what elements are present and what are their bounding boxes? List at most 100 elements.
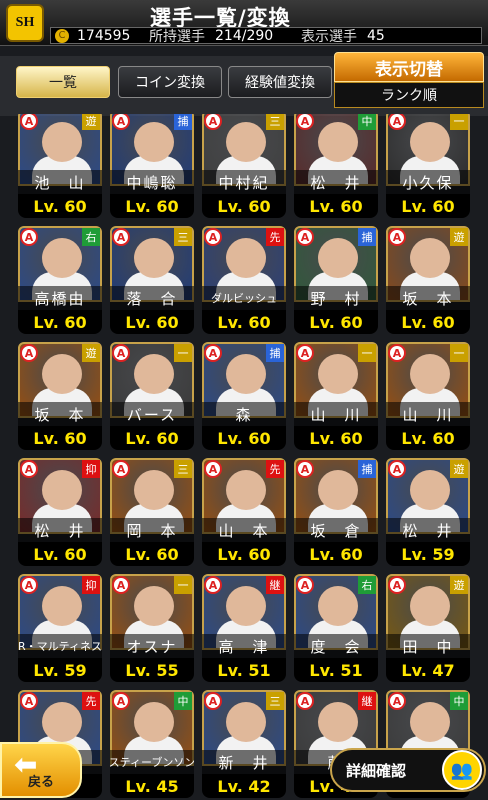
player-card[interactable]: A 捕中嶋聡 Lv. 60: [110, 114, 194, 222]
player-grid: A遊池 山 Lv. 60 A 捕中嶋聡 Lv. 60 A 三中村紀 Lv. 60 A 中松 井 Lv…: [0, 114, 488, 800]
position-badge: 中: [358, 114, 376, 130]
player-level: Lv. 60: [18, 310, 102, 334]
rank-badge: A: [388, 344, 406, 362]
rank-badge: A: [296, 576, 314, 594]
position-badge: 三: [266, 692, 284, 710]
player-card[interactable]: A中松 井 Lv. 60: [294, 114, 378, 222]
player-card[interactable]: A 捕坂 倉 Lv. 60: [294, 458, 378, 570]
player-card[interactable]: A 右高橋由 Lv. 60: [18, 226, 102, 338]
player-head: [226, 238, 266, 278]
player-head: [134, 702, 174, 742]
detail-icon: 👥: [442, 750, 482, 790]
player-name: 池 山: [18, 170, 102, 194]
player-name: 森: [202, 402, 286, 426]
player-name: バース: [110, 402, 194, 426]
rank-badge: A: [112, 344, 130, 362]
position-badge: 一: [174, 344, 192, 362]
player-head: [410, 702, 450, 742]
player-name: 山 川: [386, 402, 470, 426]
player-card[interactable]: A遊池 山 Lv. 60: [18, 114, 102, 222]
player-card[interactable]: A 捕野 村 Lv. 60: [294, 226, 378, 338]
rank-badge: A: [112, 460, 130, 478]
player-level: Lv. 60: [18, 426, 102, 450]
player-level: Lv. 51: [294, 658, 378, 682]
rank-badge: A: [204, 692, 222, 710]
tab-list[interactable]: 一覧: [16, 66, 110, 98]
player-head: [42, 354, 82, 394]
shown-label: 表示選手: [301, 28, 357, 45]
player-card[interactable]: A 継高 津 Lv. 51: [202, 574, 286, 686]
player-card[interactable]: A 遊田 中 Lv. 47: [386, 574, 470, 686]
player-head: [134, 238, 174, 278]
player-head: [410, 470, 450, 510]
player-name: 小久保: [386, 170, 470, 194]
detail-button[interactable]: 詳細確認 👥: [330, 748, 486, 792]
rank-badge: A: [388, 228, 406, 246]
player-card[interactable]: A 中スティーブンソン Lv. 45: [110, 690, 194, 800]
position-badge: 右: [358, 576, 376, 594]
player-card[interactable]: A 一小久保 Lv. 60: [386, 114, 470, 222]
player-level: Lv. 60: [202, 542, 286, 566]
player-card[interactable]: A 一オスナ Lv. 55: [110, 574, 194, 686]
tab-coin-convert[interactable]: コイン変換: [118, 66, 222, 98]
rank-badge: A: [204, 576, 222, 594]
position-badge: 先: [266, 460, 284, 478]
player-card[interactable]: A 三新 井 Lv. 42: [202, 690, 286, 800]
player-card[interactable]: A 先ダルビッシュ Lv. 60: [202, 226, 286, 338]
player-card[interactable]: A 抑松 井 Lv. 60: [18, 458, 102, 570]
player-head: [226, 586, 266, 626]
player-card[interactable]: A 一山 川 Lv. 60: [386, 342, 470, 454]
rank-badge: A: [296, 228, 314, 246]
player-head: [410, 238, 450, 278]
player-level: Lv. 60: [202, 194, 286, 218]
player-card[interactable]: A 抑 R・マルティネス Lv. 59: [18, 574, 102, 686]
player-card[interactable]: A 遊松 井 Lv. 59: [386, 458, 470, 570]
display-toggle[interactable]: 表示切替 ランク順: [334, 52, 484, 110]
position-badge: 一: [450, 344, 468, 362]
player-head: [134, 122, 174, 162]
position-badge: 捕: [358, 228, 376, 246]
detail-label: 詳細確認: [346, 761, 407, 780]
player-head: [410, 586, 450, 626]
player-card[interactable]: A 三岡 本 Lv. 60: [110, 458, 194, 570]
coin-icon: C: [55, 28, 69, 43]
player-head: [226, 122, 266, 162]
rank-badge: A: [204, 344, 222, 362]
player-head: [226, 470, 266, 510]
player-card[interactable]: A 一山 川 Lv. 60: [294, 342, 378, 454]
player-card[interactable]: A 捕森 Lv. 60: [202, 342, 286, 454]
position-badge: 捕: [266, 344, 284, 362]
player-head: [318, 470, 358, 510]
player-level: Lv. 60: [386, 194, 470, 218]
player-name: 中村紀: [202, 170, 286, 194]
player-level: Lv. 60: [202, 426, 286, 450]
player-card[interactable]: A 先山 本 Lv. 60: [202, 458, 286, 570]
player-card[interactable]: A 右度 会 Lv. 51: [294, 574, 378, 686]
player-level: Lv. 60: [110, 310, 194, 334]
rank-badge: A: [112, 228, 130, 246]
position-badge: 一: [450, 114, 468, 130]
position-badge: 継: [266, 576, 284, 594]
position-badge: 一: [358, 344, 376, 362]
player-head: [318, 354, 358, 394]
position-badge: 三: [174, 228, 192, 246]
player-name: 中嶋聡: [110, 170, 194, 194]
rank-badge: A: [204, 460, 222, 478]
tab-exp-convert[interactable]: 経験値変換: [228, 66, 332, 98]
player-card[interactable]: A 一バース Lv. 60: [110, 342, 194, 454]
display-toggle-button[interactable]: 表示切替: [334, 52, 484, 82]
header-bar: SH 選手一覧/変換 C 174595 所持選手 214/290 表示選手 45: [0, 0, 488, 46]
player-name: 落 合: [110, 286, 194, 310]
rank-badge: A: [204, 228, 222, 246]
player-name: 山 川: [294, 402, 378, 426]
player-card[interactable]: A 三落 合 Lv. 60: [110, 226, 194, 338]
position-badge: 抑: [82, 576, 100, 594]
rank-badge: A: [20, 228, 38, 246]
rank-badge: A: [388, 460, 406, 478]
player-card[interactable]: A 遊坂 本 Lv. 60: [18, 342, 102, 454]
player-card[interactable]: A 遊坂 本 Lv. 60: [386, 226, 470, 338]
back-button[interactable]: ⬅ 戻る: [0, 742, 82, 798]
player-head: [42, 238, 82, 278]
player-card[interactable]: A 三中村紀 Lv. 60: [202, 114, 286, 222]
player-head: [410, 122, 450, 162]
